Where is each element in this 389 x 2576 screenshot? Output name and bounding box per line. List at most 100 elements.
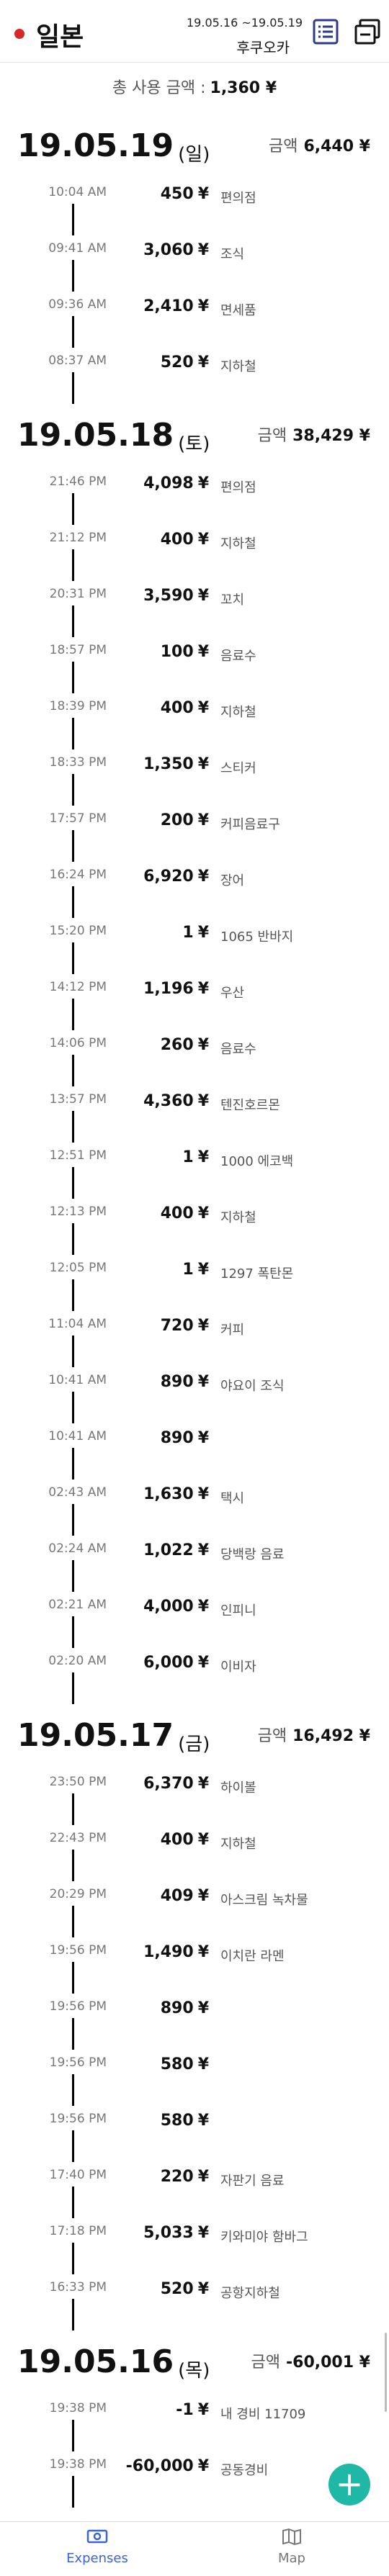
timeline-line xyxy=(72,260,74,292)
expense-list: 19.05.19 (일) 금액 6,440 ¥10:04 AM 450 ¥ 편의점 09:41… xyxy=(0,114,389,2508)
expense-row[interactable]: 09:41 AM 3,060 ¥ 조식 xyxy=(0,235,389,292)
scrollbar[interactable] xyxy=(385,2333,387,2412)
expense-row[interactable]: 23:50 PM 6,370 ¥ 하이볼 xyxy=(0,1769,389,1825)
currency-symbol: ¥ xyxy=(197,1831,209,1849)
expense-row[interactable]: 19:56 PM 890 ¥ xyxy=(0,1994,389,2050)
expense-row[interactable]: 02:43 AM 1,630 ¥ 택시 xyxy=(0,1480,389,1536)
expense-row[interactable]: 14:12 PM 1,196 ¥ 우산 xyxy=(0,974,389,1030)
currency-symbol: ¥ xyxy=(197,1373,209,1391)
expense-row[interactable]: 09:36 AM 2,410 ¥ 면세품 xyxy=(0,292,389,348)
expense-row[interactable]: 10:41 AM 890 ¥ 야요이 조식 xyxy=(0,1367,389,1423)
add-expense-button[interactable]: + xyxy=(328,2464,370,2505)
nav-expenses[interactable]: Expenses xyxy=(0,2522,194,2576)
expense-row[interactable]: 19:56 PM 580 ¥ xyxy=(0,2106,389,2162)
expense-memo: 하이볼 xyxy=(220,1780,256,1796)
day-total-amount: 38,429 ¥ xyxy=(292,427,370,445)
expense-row[interactable]: 11:04 AM 720 ¥ 커피 xyxy=(0,1311,389,1367)
expense-row[interactable]: 18:33 PM 1,350 ¥ 스티커 xyxy=(0,749,389,806)
expense-row[interactable]: 17:57 PM 200 ¥ 커피음료구 xyxy=(0,806,389,862)
plus-icon: + xyxy=(335,2464,364,2503)
expense-row[interactable]: 21:46 PM 4,098 ¥ 편의점 xyxy=(0,469,389,525)
expense-amount-value: 100 xyxy=(160,643,194,661)
expense-time: 16:33 PM xyxy=(49,2280,107,2294)
expense-time: 18:39 PM xyxy=(49,699,107,713)
expense-row[interactable]: 12:13 PM 400 ¥ 지하철 xyxy=(0,1199,389,1255)
list-icon[interactable] xyxy=(311,17,340,46)
expense-amount: 1,490 ¥ xyxy=(101,1943,209,1961)
expense-time: 10:04 AM xyxy=(48,185,107,199)
timeline-line xyxy=(72,549,74,581)
expense-amount: 4,360 ¥ xyxy=(101,1092,209,1110)
expense-amount-value: 6,000 xyxy=(143,1654,194,1672)
expense-amount: 450 ¥ xyxy=(101,185,209,203)
expense-row[interactable]: 19:56 PM 580 ¥ xyxy=(0,2050,389,2106)
timeline-line xyxy=(72,1167,74,1199)
expense-row[interactable]: 17:18 PM 5,033 ¥ 키와미야 함바그 xyxy=(0,2218,389,2274)
expense-row[interactable]: 10:41 AM 890 ¥ xyxy=(0,1423,389,1480)
copy-icon[interactable] xyxy=(353,17,382,46)
day-date-text: 19.05.16 xyxy=(17,2343,174,2380)
expense-memo: 내 경비 11709 xyxy=(220,2407,306,2422)
expense-row[interactable]: 20:29 PM 409 ¥ 아스크림 녹차물 xyxy=(0,1881,389,1937)
expense-row[interactable]: 20:31 PM 3,590 ¥ 꼬치 xyxy=(0,581,389,637)
expense-memo: 음료수 xyxy=(220,1042,256,1057)
expense-amount: 1 ¥ xyxy=(101,924,209,942)
timeline-line xyxy=(72,2420,74,2451)
expense-amount-value: 1,196 xyxy=(143,980,194,998)
expense-row[interactable]: 10:04 AM 450 ¥ 편의점 xyxy=(0,179,389,235)
currency-symbol: ¥ xyxy=(197,1775,209,1793)
expense-row[interactable]: 22:43 PM 400 ¥ 지하철 xyxy=(0,1825,389,1881)
expense-row[interactable]: 12:05 PM 1 ¥1297 폭탄몬 xyxy=(0,1255,389,1311)
expense-row[interactable]: 19:56 PM 1,490 ¥ 이치란 라멘 xyxy=(0,1937,389,1994)
expense-time: 19:56 PM xyxy=(49,2055,107,2070)
expense-row[interactable]: 19:38 PM -1 ¥ 내 경비 11709 xyxy=(0,2395,389,2451)
expense-amount-value: 4,360 xyxy=(143,1092,194,1110)
day-group: 19.05.17 (금) 금액 16,492 ¥23:50 PM 6,370 ¥ 하이볼 22… xyxy=(0,1704,389,2330)
expense-amount: 5,033 ¥ xyxy=(101,2224,209,2242)
expense-row[interactable]: 15:20 PM 1 ¥1065 반바지 xyxy=(0,918,389,974)
nav-map[interactable]: Map xyxy=(194,2522,389,2576)
currency-symbol: ¥ xyxy=(197,1485,209,1503)
expense-row[interactable]: 02:20 AM 6,000 ¥ 이비자 xyxy=(0,1648,389,1704)
expense-memo: 자판기 음료 xyxy=(220,2174,285,2189)
expense-amount-value: 260 xyxy=(160,1036,194,1054)
expense-row[interactable]: 18:39 PM 400 ¥ 지하철 xyxy=(0,693,389,749)
status-dot-icon xyxy=(14,29,24,39)
expense-row[interactable]: 02:21 AM 4,000 ¥ 인피니 xyxy=(0,1592,389,1648)
expense-row[interactable]: 12:51 PM 1 ¥1000 에코백 xyxy=(0,1143,389,1199)
timeline-line xyxy=(72,2130,74,2162)
expense-time: 19:38 PM xyxy=(49,2401,107,2415)
expense-row[interactable]: 18:57 PM 100 ¥ 음료수 xyxy=(0,637,389,693)
currency-symbol: ¥ xyxy=(197,2112,209,2130)
expense-row[interactable]: 16:24 PM 6,920 ¥ 장어 xyxy=(0,862,389,918)
expense-time: 21:46 PM xyxy=(49,474,107,489)
expense-amount: 3,590 ¥ xyxy=(101,587,209,605)
expense-amount-value: 6,920 xyxy=(143,868,194,886)
expense-memo: 조식 xyxy=(220,247,245,262)
expense-row[interactable]: 08:37 AM 520 ¥ 지하철 xyxy=(0,348,389,404)
expense-amount: 2,410 ¥ xyxy=(101,297,209,315)
expense-amount-value: 1,630 xyxy=(143,1485,194,1503)
expense-time: 18:33 PM xyxy=(49,755,107,770)
expense-memo: 지하철 xyxy=(220,1837,256,1852)
expense-row[interactable]: 16:33 PM 520 ¥ 공항지하철 xyxy=(0,2274,389,2330)
expense-time: 02:21 AM xyxy=(48,1598,107,1612)
expense-amount: 890 ¥ xyxy=(101,1373,209,1391)
currency-symbol: ¥ xyxy=(197,811,209,829)
currency-symbol: ¥ xyxy=(197,353,209,371)
expense-amount: 260 ¥ xyxy=(101,1036,209,1054)
currency-symbol: ¥ xyxy=(197,297,209,315)
expense-row[interactable]: 02:24 AM 1,022 ¥ 당백랑 음료 xyxy=(0,1536,389,1592)
currency-symbol: ¥ xyxy=(197,2055,209,2073)
currency-symbol: ¥ xyxy=(197,1943,209,1961)
day-group: 19.05.19 (일) 금액 6,440 ¥10:04 AM 450 ¥ 편의점 09:41… xyxy=(0,114,389,404)
expense-row[interactable]: 17:40 PM 220 ¥ 자판기 음료 xyxy=(0,2162,389,2218)
expense-row[interactable]: 13:57 PM 4,360 ¥ 텐진호르몬 xyxy=(0,1086,389,1143)
expense-row[interactable]: 21:12 PM 400 ¥ 지하철 xyxy=(0,525,389,581)
currency-symbol: ¥ xyxy=(197,1654,209,1672)
expense-amount-value: 580 xyxy=(160,2112,194,2130)
day-total: 금액 38,429 ¥ xyxy=(258,423,370,446)
expense-amount-value: 890 xyxy=(160,1429,194,1447)
expense-row[interactable]: 14:06 PM 260 ¥ 음료수 xyxy=(0,1030,389,1086)
country-title[interactable]: 일본 xyxy=(36,16,84,53)
